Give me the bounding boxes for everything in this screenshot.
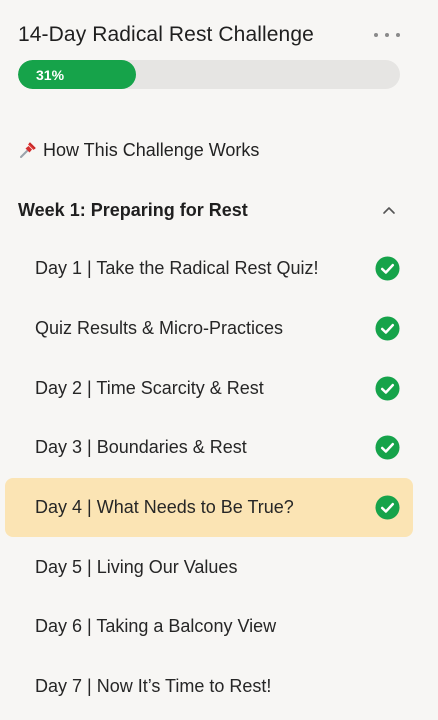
more-dot-icon (374, 33, 378, 37)
lesson-item[interactable]: Day 3 | Boundaries & Rest (5, 418, 413, 478)
lesson-item[interactable]: Day 5 | Living Our Values (5, 537, 413, 597)
lesson-item[interactable]: Day 1 | Take the Radical Rest Quiz! (5, 239, 413, 299)
how-challenge-works-label: How This Challenge Works (43, 139, 260, 160)
lesson-item[interactable]: Day 7 | Now It’s Time to Rest! (5, 657, 413, 717)
course-title: 14-Day Radical Rest Challenge (18, 23, 314, 46)
lesson-label: Day 2 | Time Scarcity & Rest (35, 377, 264, 398)
check-circle-icon (375, 435, 400, 460)
progress-bar: 31% (18, 60, 400, 89)
lesson-label: Quiz Results & Micro-Practices (35, 318, 284, 339)
check-circle-icon (375, 316, 400, 341)
lesson-label: Day 4 | What Needs to Be True? (35, 497, 294, 518)
check-circle-icon (375, 495, 400, 520)
more-dot-icon (396, 33, 400, 37)
lesson-label: Day 3 | Boundaries & Rest (35, 437, 247, 458)
lesson-item[interactable]: Day 6 | Taking a Balcony View (5, 597, 413, 657)
how-challenge-works-link[interactable]: How This Challenge Works (18, 136, 259, 164)
pushpin-icon (20, 142, 36, 158)
lesson-label: Day 1 | Take the Radical Rest Quiz! (35, 258, 319, 279)
week-1-lesson-list: Day 1 | Take the Radical Rest Quiz! Quiz … (5, 239, 413, 717)
progress-label: 31% (36, 66, 65, 83)
progress-fill: 31% (18, 60, 137, 89)
lesson-item[interactable]: Day 2 | Time Scarcity & Rest (5, 358, 413, 418)
lesson-item[interactable]: Day 4 | What Needs to Be True? (5, 477, 413, 538)
lesson-label: Day 5 | Living Our Values (35, 556, 238, 577)
week-1-header[interactable]: Week 1: Preparing for Rest (18, 196, 400, 224)
week-1-title: Week 1: Preparing for Rest (18, 200, 248, 220)
lesson-label: Day 7 | Now It’s Time to Rest! (35, 676, 272, 697)
check-circle-icon (375, 256, 400, 281)
lesson-item[interactable]: Quiz Results & Micro-Practices (5, 299, 413, 359)
course-header: 14-Day Radical Rest Challenge (18, 20, 400, 52)
more-options-button[interactable] (374, 27, 400, 43)
more-dot-icon (385, 33, 389, 37)
check-circle-icon (375, 376, 400, 401)
chevron-up-icon[interactable] (382, 203, 396, 217)
lesson-label: Day 6 | Taking a Balcony View (35, 616, 277, 637)
